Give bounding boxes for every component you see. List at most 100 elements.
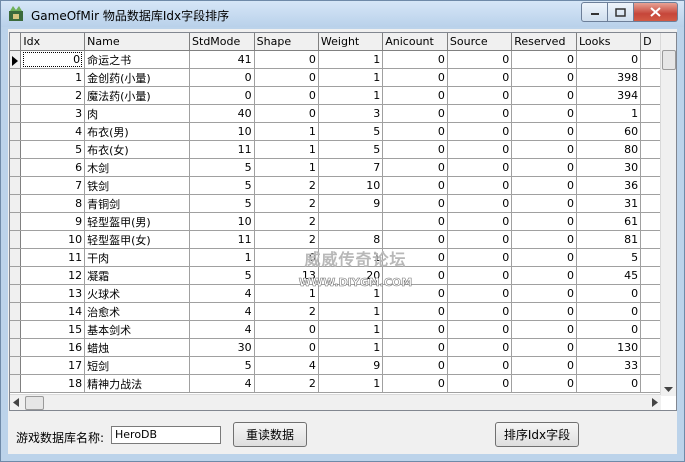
cell-weight[interactable]: 9 [318,356,384,375]
cell-stdmode[interactable]: 5 [189,356,255,375]
cell-weight[interactable]: 1 [318,50,384,69]
cell-reserved[interactable]: 0 [511,50,577,69]
cell-shape[interactable]: 0 [254,338,319,357]
row-indicator[interactable] [10,140,22,159]
table-row[interactable]: 5 布衣(女) 11 1 5 0 0 0 80 [10,140,661,159]
cell-looks[interactable]: 45 [576,266,642,285]
cell-idx[interactable]: 8 [20,194,86,213]
row-indicator[interactable] [10,50,22,69]
cell-source[interactable]: 0 [447,356,513,375]
cell-reserved[interactable]: 0 [511,86,577,105]
cell-weight[interactable]: 20 [318,266,384,285]
cell-looks[interactable]: 36 [576,176,642,195]
column-header-shape[interactable]: Shape [254,33,319,51]
cell-anicount[interactable]: 0 [382,50,448,69]
table-row[interactable]: 4 布衣(男) 10 1 5 0 0 0 60 [10,122,661,141]
cell-stdmode[interactable]: 0 [189,86,255,105]
cell-anicount[interactable]: 0 [382,212,448,231]
cell-d[interactable] [640,176,661,195]
cell-source[interactable]: 0 [447,266,513,285]
cell-name[interactable]: 青铜剑 [84,194,191,213]
cell-source[interactable]: 0 [447,374,513,393]
cell-shape[interactable]: 2 [254,176,319,195]
cell-idx[interactable]: 10 [20,230,86,249]
cell-name[interactable]: 轻型盔甲(女) [84,230,191,249]
cell-looks[interactable]: 33 [576,356,642,375]
cell-source[interactable]: 0 [447,158,513,177]
cell-source[interactable]: 0 [447,194,513,213]
row-indicator[interactable] [10,212,22,231]
cell-anicount[interactable]: 0 [382,176,448,195]
row-indicator[interactable] [10,320,22,339]
minimize-button[interactable] [581,2,608,22]
cell-anicount[interactable]: 0 [382,248,448,267]
cell-stdmode[interactable]: 41 [189,50,255,69]
cell-idx[interactable]: 6 [20,158,86,177]
cell-anicount[interactable]: 0 [382,356,448,375]
table-row[interactable]: 10 轻型盔甲(女) 11 2 8 0 0 0 81 [10,230,661,249]
table-row[interactable]: 17 短剑 5 4 9 0 0 0 33 [10,356,661,375]
cell-anicount[interactable]: 0 [382,158,448,177]
cell-idx[interactable]: 0 [20,50,86,69]
cell-looks[interactable]: 0 [576,320,642,339]
scroll-right-arrow-icon[interactable] [652,398,658,407]
vertical-scrollbar[interactable] [660,33,676,396]
cell-d[interactable] [640,122,661,141]
row-indicator[interactable] [10,338,22,357]
cell-shape[interactable]: 2 [254,374,319,393]
cell-reserved[interactable]: 0 [511,194,577,213]
row-indicator[interactable] [10,302,22,321]
cell-weight[interactable]: 5 [318,122,384,141]
cell-weight[interactable]: 8 [318,230,384,249]
cell-reserved[interactable]: 0 [511,176,577,195]
cell-reserved[interactable]: 0 [511,104,577,123]
row-indicator[interactable] [10,194,22,213]
column-header-d[interactable]: D [640,33,661,51]
cell-weight[interactable]: 5 [318,140,384,159]
cell-d[interactable] [640,68,661,87]
cell-reserved[interactable]: 0 [511,284,577,303]
cell-looks[interactable]: 81 [576,230,642,249]
cell-name[interactable]: 木剑 [84,158,191,177]
cell-looks[interactable]: 0 [576,50,642,69]
cell-shape[interactable]: 1 [254,122,319,141]
cell-anicount[interactable]: 0 [382,284,448,303]
cell-name[interactable]: 铁剑 [84,176,191,195]
cell-anicount[interactable]: 0 [382,140,448,159]
cell-idx[interactable]: 13 [20,284,86,303]
column-header-idx[interactable]: Idx [20,33,86,51]
scroll-down-arrow-icon[interactable] [664,387,673,393]
table-row[interactable]: 7 铁剑 5 2 10 0 0 0 36 [10,176,661,195]
cell-anicount[interactable]: 0 [382,302,448,321]
cell-reserved[interactable]: 0 [511,68,577,87]
cell-shape[interactable]: 0 [254,68,319,87]
cell-name[interactable]: 蜡烛 [84,338,191,357]
column-header-anicount[interactable]: Anicount [382,33,448,51]
cell-idx[interactable]: 7 [20,176,86,195]
cell-name[interactable]: 火球术 [84,284,191,303]
cell-looks[interactable]: 130 [576,338,642,357]
cell-stdmode[interactable]: 10 [189,122,255,141]
horizontal-scroll-thumb[interactable] [25,396,44,410]
cell-d[interactable] [640,356,661,375]
table-row[interactable]: 13 火球术 4 1 1 0 0 0 0 [10,284,661,303]
cell-shape[interactable]: 0 [254,104,319,123]
table-row[interactable]: 11 干肉 1 0 1 0 0 0 5 [10,248,661,267]
cell-idx[interactable]: 16 [20,338,86,357]
row-indicator[interactable] [10,176,22,195]
vertical-scroll-thumb[interactable] [662,50,676,70]
cell-stdmode[interactable]: 30 [189,338,255,357]
cell-shape[interactable]: 1 [254,140,319,159]
table-row[interactable]: 18 精神力战法 4 2 1 0 0 0 0 [10,374,661,393]
cell-shape[interactable]: 0 [254,248,319,267]
cell-shape[interactable]: 0 [254,50,319,69]
cell-stdmode[interactable]: 4 [189,302,255,321]
maximize-button[interactable] [608,2,634,22]
cell-weight[interactable]: 1 [318,320,384,339]
cell-idx[interactable]: 11 [20,248,86,267]
sort-idx-button[interactable]: 排序Idx字段 [495,422,579,447]
cell-weight[interactable]: 3 [318,104,384,123]
cell-d[interactable] [640,194,661,213]
cell-stdmode[interactable]: 0 [189,68,255,87]
cell-source[interactable]: 0 [447,68,513,87]
